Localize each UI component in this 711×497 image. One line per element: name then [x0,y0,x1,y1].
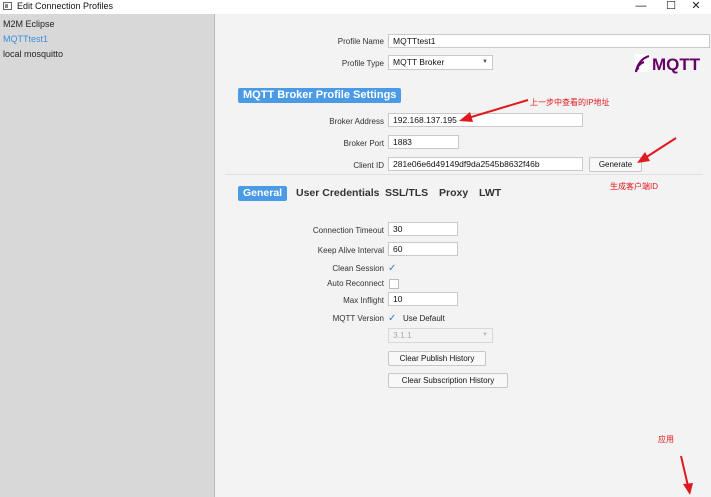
app-icon [3,2,12,10]
profile-type-select[interactable]: MQTT Broker ▼ [388,55,493,70]
title-bar: Edit Connection Profiles — ☐ ✕ [0,0,711,14]
clean-session-checkbox[interactable]: ✓ [388,263,399,274]
generate-button[interactable]: Generate [589,157,642,172]
keep-alive-input[interactable]: 60 [388,242,458,256]
tab-lwt[interactable]: LWT [479,186,501,201]
apply-annotation: 应用 [658,435,674,444]
chevron-down-icon: ▼ [482,59,488,65]
chevron-down-icon: ▼ [482,332,488,338]
tab-ssl-tls[interactable]: SSL/TLS [385,186,428,201]
broker-address-input[interactable]: 192.168.137.195 [388,113,583,127]
auto-reconnect-checkbox[interactable] [389,279,399,289]
clear-publish-history-button[interactable]: Clear Publish History [388,351,486,366]
broker-port-label: Broker Port [343,139,384,148]
profile-name-label: Profile Name [337,37,384,46]
connection-timeout-label: Connection Timeout [312,226,384,235]
mqtt-version-value: 3.1.1 [393,330,412,340]
ip-annotation: 上一步中查看的IP地址 [530,98,610,107]
profile-editor: Profile Name MQTTtest1 Profile Type MQTT… [215,14,711,497]
tab-proxy[interactable]: Proxy [439,186,468,201]
broker-port-input[interactable]: 1883 [388,135,459,149]
clear-subscription-history-button[interactable]: Clear Subscription History [388,373,508,388]
mqtt-version-label: MQTT Version [332,314,384,323]
client-id-input[interactable]: 281e06e6d49149df9da2545b8632f46b [388,157,583,171]
max-inflight-input[interactable]: 10 [388,292,458,306]
use-default-checkbox[interactable]: ✓ [388,313,399,324]
profile-type-label: Profile Type [341,59,384,68]
mqtt-logo-text: MQTT [652,55,701,74]
use-default-label: Use Default [403,314,445,323]
profile-type-value: MQTT Broker [393,57,445,67]
max-inflight-label: Max Inflight [343,296,384,305]
profile-list: M2M Eclipse MQTTtest1 local mosquitto [0,14,215,497]
client-id-annotation: 生成客户端ID [610,182,658,191]
window-title: Edit Connection Profiles [17,1,114,11]
tab-general[interactable]: General [238,186,288,201]
profile-item-mqtttest1[interactable]: MQTTtest1 [3,34,48,44]
divider [225,174,703,175]
mqtt-logo: MQTT [635,54,701,74]
connection-timeout-input[interactable]: 30 [388,222,458,236]
keep-alive-label: Keep Alive Interval [317,246,384,255]
close-icon[interactable]: ✕ [681,0,711,14]
broker-address-label: Broker Address [329,117,384,126]
clean-session-label: Clean Session [332,264,384,273]
profile-item-local-mosquitto[interactable]: local mosquitto [3,49,63,59]
profile-name-input[interactable]: MQTTtest1 [388,34,710,48]
minimize-icon[interactable]: — [626,0,656,14]
profile-item-m2m-eclipse[interactable]: M2M Eclipse [3,19,55,29]
tab-user-credentials[interactable]: User Credentials [296,186,379,201]
broker-section-title: MQTT Broker Profile Settings [238,88,402,103]
auto-reconnect-label: Auto Reconnect [327,279,384,288]
mqtt-version-select: 3.1.1 ▼ [388,328,493,343]
client-id-label: Client ID [353,161,384,170]
